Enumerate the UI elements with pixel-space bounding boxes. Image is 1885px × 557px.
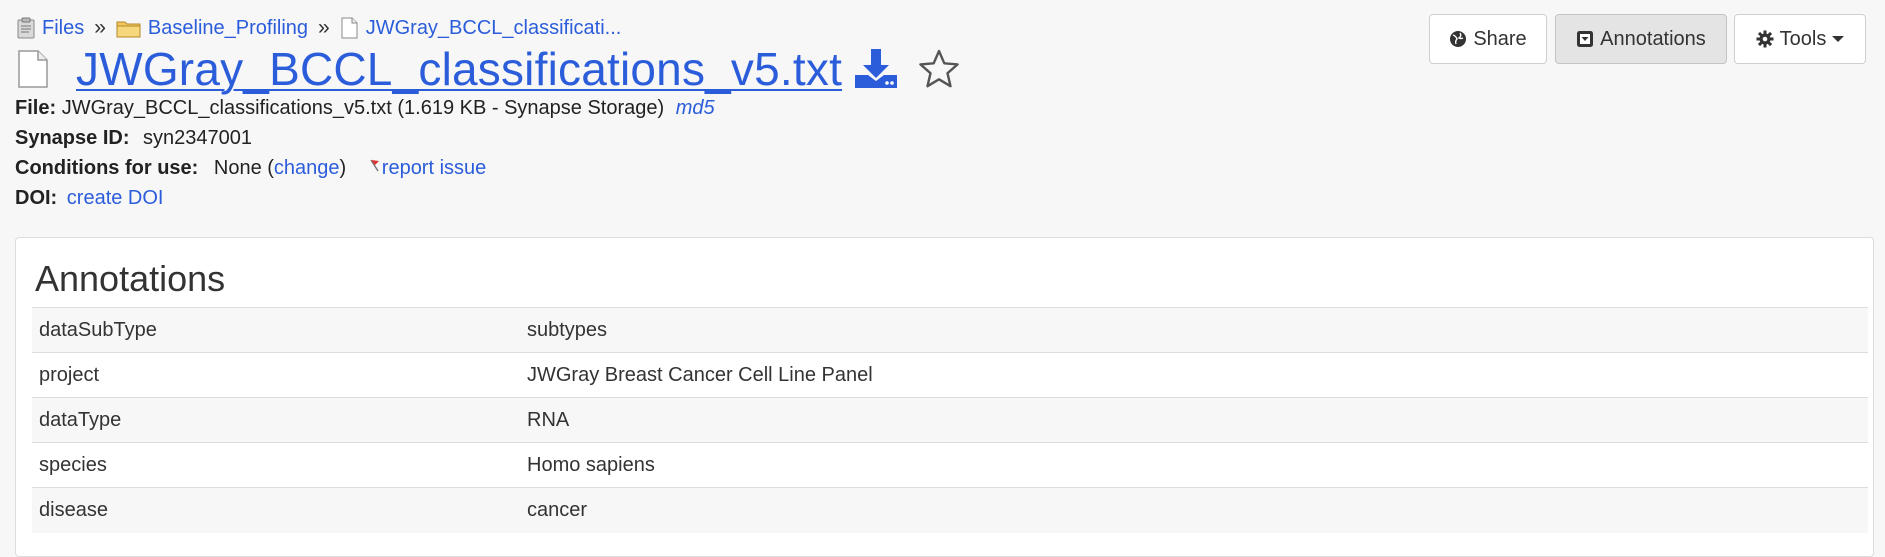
- file-label: File:: [15, 97, 57, 119]
- breadcrumb-separator: »: [318, 16, 330, 39]
- breadcrumb-files-link[interactable]: Files: [42, 17, 84, 40]
- globe-icon: [1450, 31, 1467, 47]
- share-label: Share: [1473, 27, 1527, 50]
- table-row: dataSubType subtypes: [32, 307, 1868, 353]
- breadcrumb: Files » Baseline_Profiling » JWGray_BCCL…: [16, 16, 621, 40]
- annotation-value: RNA: [520, 397, 1868, 443]
- annotations-panel: Annotations dataSubType subtypes project…: [15, 237, 1874, 557]
- annotation-value: cancer: [520, 487, 1868, 533]
- annotation-value: JWGray Breast Cancer Cell Line Panel: [520, 352, 1868, 398]
- table-row: species Homo sapiens: [32, 442, 1868, 488]
- change-link[interactable]: change: [274, 157, 340, 179]
- caret-square-down-icon: [1577, 31, 1594, 47]
- doi-label: DOI:: [15, 187, 58, 209]
- flag-icon: [370, 159, 379, 172]
- tools-label: Tools: [1779, 27, 1827, 50]
- breadcrumb-separator: »: [94, 16, 106, 39]
- annotations-button[interactable]: Annotations: [1555, 14, 1727, 64]
- folder-icon: [116, 17, 142, 39]
- report-issue-link[interactable]: report issue: [382, 157, 487, 179]
- conditions-info: Conditions for use: None (change) report…: [15, 157, 486, 180]
- synapse-id-value: syn2347001: [143, 127, 253, 149]
- file-icon: [18, 50, 48, 88]
- annotations-title: Annotations: [35, 258, 226, 299]
- annotation-value: Homo sapiens: [520, 442, 1868, 488]
- conditions-label: Conditions for use:: [15, 157, 199, 179]
- annotation-key: disease: [32, 487, 520, 533]
- annotation-key: dataType: [32, 397, 520, 443]
- star-icon[interactable]: [918, 48, 960, 90]
- synapse-id-info: Synapse ID: syn2347001: [15, 127, 252, 150]
- synapse-id-label: Synapse ID:: [15, 127, 130, 149]
- conditions-close: ): [339, 157, 347, 179]
- md5-link[interactable]: md5: [676, 97, 715, 119]
- annotations-table: dataSubType subtypes project JWGray Brea…: [32, 307, 1868, 533]
- breadcrumb-file-link[interactable]: JWGray_BCCL_classificati...: [366, 17, 622, 40]
- annotation-key: project: [32, 352, 520, 398]
- conditions-value: None (: [213, 157, 274, 179]
- tools-dropdown-button[interactable]: Tools: [1734, 14, 1866, 64]
- file-value: JWGray_BCCL_classifications_v5.txt (1.61…: [61, 97, 665, 119]
- share-button[interactable]: Share: [1429, 14, 1547, 64]
- doi-info: DOI: create DOI: [15, 187, 163, 210]
- table-row: disease cancer: [32, 487, 1868, 533]
- file-info: File: JWGray_BCCL_classifications_v5.txt…: [15, 97, 715, 120]
- page-title[interactable]: JWGray_BCCL_classifications_v5.txt: [76, 42, 842, 96]
- table-row: dataType RNA: [32, 397, 1868, 443]
- annotation-value: subtypes: [520, 307, 1868, 353]
- download-icon[interactable]: [852, 47, 900, 91]
- breadcrumb-folder-link[interactable]: Baseline_Profiling: [148, 17, 308, 40]
- create-doi-link[interactable]: create DOI: [67, 187, 164, 209]
- annotation-key: species: [32, 442, 520, 488]
- clipboard-icon: [16, 17, 36, 39]
- page-title-row: JWGray_BCCL_classifications_v5.txt: [16, 42, 960, 96]
- annotation-key: dataSubType: [32, 307, 520, 353]
- gear-icon: [1756, 30, 1774, 48]
- file-icon: [340, 17, 360, 39]
- caret-down-icon: [1832, 36, 1845, 42]
- annotations-label: Annotations: [1600, 27, 1706, 50]
- table-row: project JWGray Breast Cancer Cell Line P…: [32, 352, 1868, 398]
